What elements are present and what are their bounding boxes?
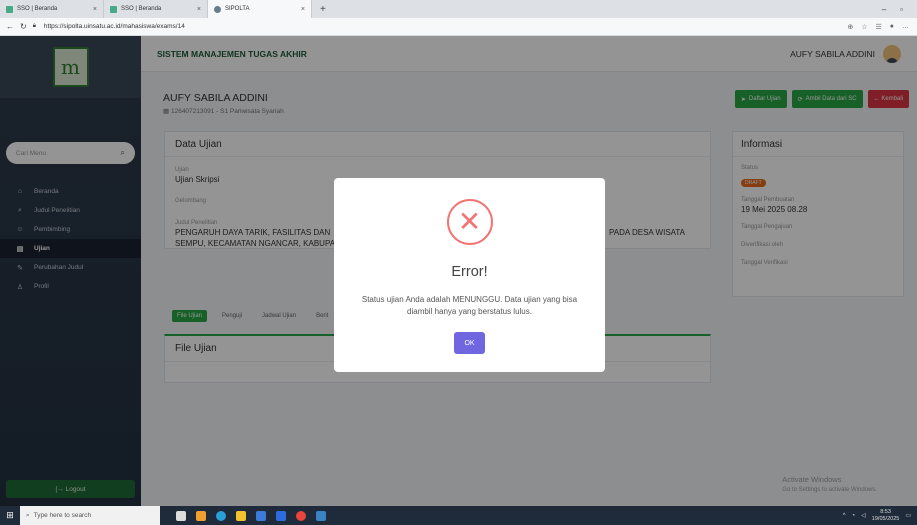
more-icon[interactable]: … [902, 23, 909, 31]
back-arrow-icon[interactable]: ← [6, 22, 14, 31]
new-tab-button[interactable]: + [320, 4, 326, 15]
favorites-bar-icon[interactable]: ☰ [875, 23, 881, 31]
system-tray: ^ ◔ ◁ 8:53 19/05/2025 ▭ [843, 509, 917, 523]
close-tab-icon[interactable]: × [301, 6, 305, 13]
browser-tab-title: SSO | Beranda [121, 6, 162, 12]
favorite-star-icon[interactable]: ☆ [861, 23, 867, 31]
clock-time: 8:53 [880, 508, 891, 515]
windows-start-icon[interactable]: ⊞ [0, 510, 20, 521]
browser-tab-strip: SSO | Beranda × SSO | Beranda × SIPOLTA … [0, 0, 917, 18]
address-bar: ← ↻ 🔒︎ https://sipolta.uinsatu.ac.id/mah… [0, 18, 917, 36]
folder-icon[interactable] [236, 510, 246, 521]
dialog-message: Status ujian Anda adalah MENUNGGU. Data … [361, 295, 578, 316]
lock-icon: 🔒︎ [32, 23, 36, 29]
restore-icon[interactable]: ▫ [900, 5, 903, 14]
browser-tab-sso-2[interactable]: SSO | Beranda × [104, 0, 208, 18]
clock-date: 19/05/2025 [871, 515, 900, 522]
url-field[interactable]: https://sipolta.uinsatu.ac.id/mahasiswa/… [44, 23, 185, 30]
close-tab-icon[interactable]: × [93, 6, 97, 13]
dialog-title: Error! [451, 264, 488, 280]
minimize-icon[interactable]: – [882, 5, 886, 14]
favicon-icon [110, 5, 117, 13]
browser-tab-sso-1[interactable]: SSO | Beranda × [0, 0, 104, 18]
browser-tab-title: SIPOLTA [225, 6, 250, 12]
app-icon[interactable] [196, 510, 206, 521]
network-icon[interactable]: ◔ [852, 513, 856, 519]
notification-icon[interactable]: ▭ [905, 512, 911, 519]
taskbar-search[interactable]: ⌕ Type here to search [20, 506, 160, 525]
zoom-icon[interactable]: ⊕ [847, 23, 853, 31]
globe-icon [214, 5, 221, 13]
window-controls: – ▫ [882, 5, 917, 14]
close-tab-icon[interactable]: × [197, 6, 201, 13]
word-icon[interactable] [276, 510, 286, 521]
chrome-icon[interactable] [296, 510, 306, 521]
profile-icon[interactable]: ● [890, 23, 894, 31]
taskbar-search-placeholder: Type here to search [33, 512, 92, 519]
volume-icon[interactable]: ◁ [861, 512, 866, 519]
edge-icon[interactable] [216, 510, 226, 521]
clock[interactable]: 8:53 19/05/2025 [872, 509, 900, 523]
browser-tab-title: SSO | Beranda [17, 6, 58, 12]
browser-tab-sipolta[interactable]: SIPOLTA × [208, 0, 312, 18]
reload-icon[interactable]: ↻ [20, 22, 27, 31]
favicon-icon [6, 5, 13, 13]
windows-taskbar: ⊞ ⌕ Type here to search ^ ◔ ◁ 8:53 19/05… [0, 506, 917, 525]
error-dialog: ✕ Error! Status ujian Anda adalah MENUNG… [334, 178, 605, 372]
app-icon[interactable] [316, 510, 326, 521]
ok-button[interactable]: OK [454, 332, 485, 354]
error-x-icon: ✕ [446, 199, 493, 245]
taskbar-apps [176, 510, 326, 521]
search-icon: ⌕ [26, 511, 30, 519]
chevron-up-icon[interactable]: ^ [843, 513, 846, 519]
store-icon[interactable] [256, 510, 266, 521]
task-view-icon[interactable] [176, 510, 186, 521]
